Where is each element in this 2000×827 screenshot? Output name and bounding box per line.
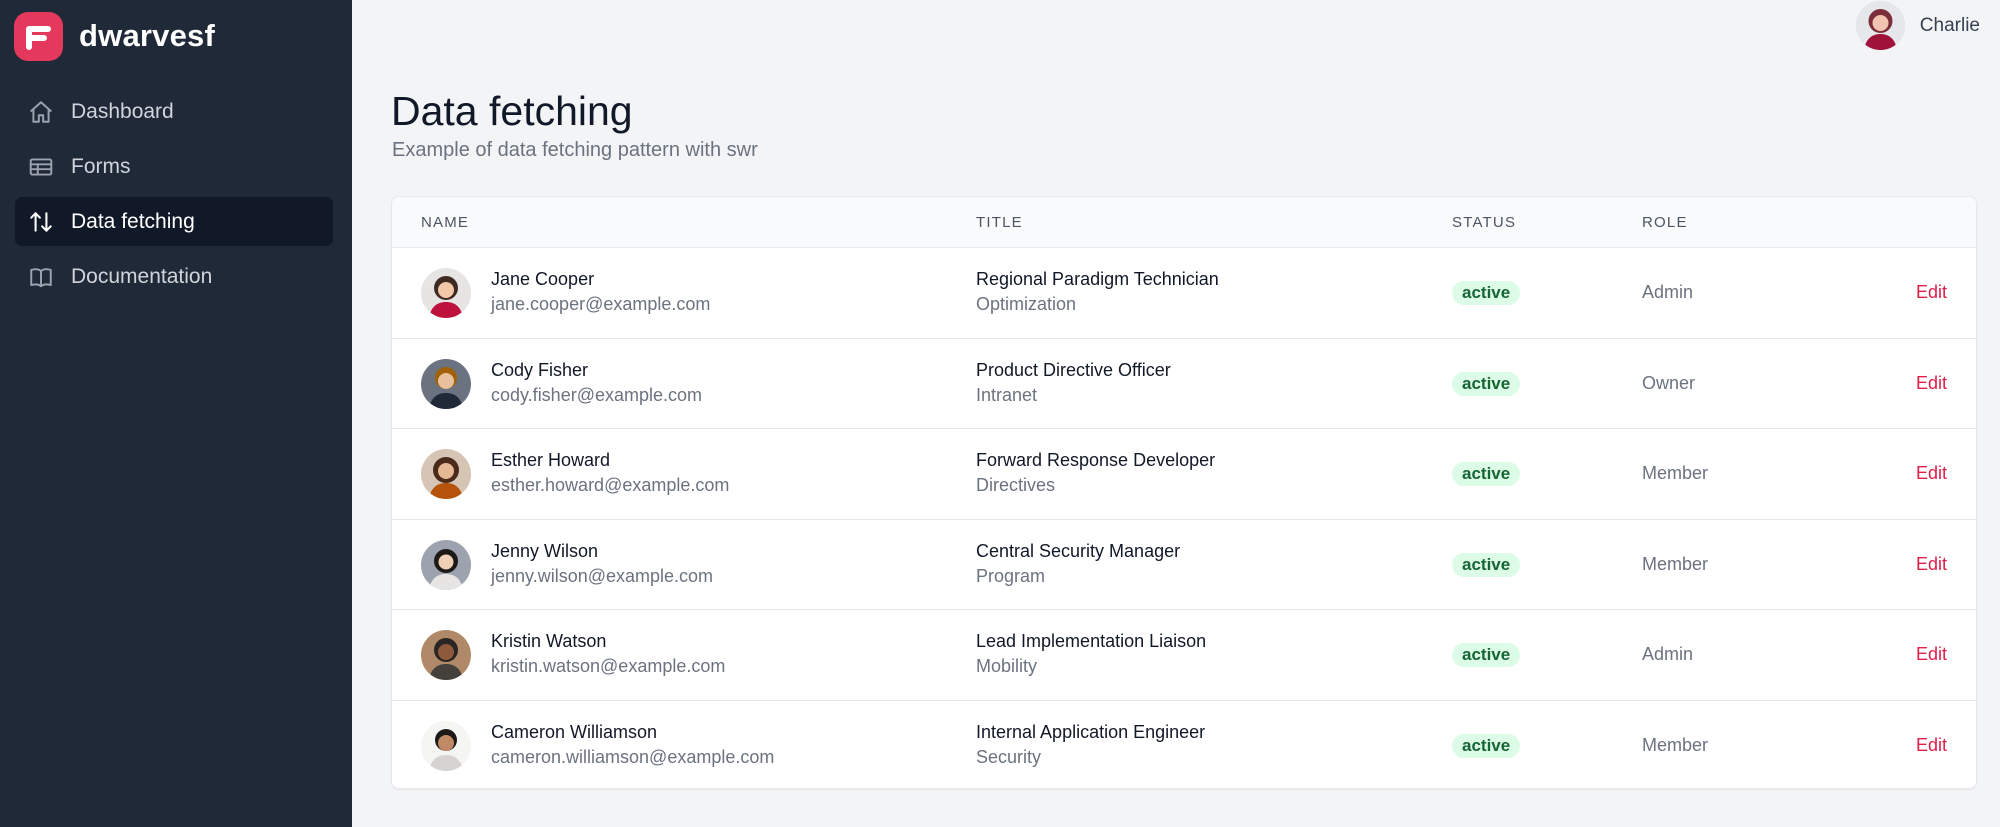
user-email: cody.fisher@example.com [491,384,703,405]
column-header-name: NAME [421,214,470,231]
job-title: Forward Response Developer [976,450,1216,470]
table-row: Jane Cooper jane.cooper@example.com Regi… [392,248,1976,339]
table-row: Cody Fisher cody.fisher@example.com Prod… [392,339,1976,429]
edit-link[interactable]: Edit [1916,282,1947,303]
brand-name: dwarvesf [79,18,215,53]
table-header: NAME TITLE STATUS ROLE [392,197,1976,248]
job-title: Central Security Manager [976,540,1181,561]
user-role: Admin [1642,282,1694,302]
column-header-role: ROLE [1642,214,1688,231]
user-email: esther.howard@example.com [491,475,730,495]
user-name: Cody Fisher [491,359,589,380]
status-badge: active [1452,643,1521,667]
user-name: Kristin Watson [491,631,607,651]
table-row: Cameron Williamson cameron.williamson@ex… [392,701,1976,789]
department: Program [976,565,1046,586]
department: Mobility [976,656,1038,676]
page-title: Data fetching [391,88,633,134]
user-email: jane.cooper@example.com [491,294,711,314]
status-badge: active [1452,281,1521,305]
user-email: jenny.wilson@example.com [491,565,714,586]
sidebar: dwarvesf Dashboard Forms Data fetching D… [0,0,352,827]
status-badge: active [1452,733,1521,758]
user-name: Charlie [1919,14,1980,36]
sidebar-item-label: Documentation [71,264,213,288]
job-title: Lead Implementation Liaison [976,631,1207,651]
brand[interactable]: dwarvesf [14,11,215,61]
sidebar-item-label: Dashboard [71,99,174,123]
table-row: Kristin Watson kristin.watson@example.co… [392,610,1976,701]
avatar [421,358,471,409]
sidebar-item-documentation[interactable]: Documentation [15,252,333,301]
table-row: Esther Howard esther.howard@example.com … [392,429,1976,520]
user-role: Admin [1642,644,1694,664]
user-role: Owner [1642,372,1696,393]
avatar [421,720,471,771]
home-icon [27,98,55,126]
table-row: Jenny Wilson jenny.wilson@example.com Ce… [392,520,1976,610]
sidebar-nav: Dashboard Forms Data fetching Documentat… [15,87,333,307]
job-title: Internal Application Engineer [976,721,1206,742]
column-header-status: STATUS [1452,214,1517,231]
department: Intranet [976,384,1038,405]
job-title: Regional Paradigm Technician [976,269,1219,289]
users-table: NAME TITLE STATUS ROLE Jane Cooper jane.… [391,196,1977,789]
department: Directives [976,475,1056,495]
user-menu[interactable]: Charlie [1855,0,1980,51]
user-name: Cameron Williamson [491,721,658,742]
avatar [421,449,471,499]
sidebar-item-data-fetching[interactable]: Data fetching [15,197,333,246]
book-open-icon [27,263,55,291]
user-name: Esther Howard [491,450,611,470]
user-name: Jenny Wilson [491,540,599,561]
job-title: Product Directive Officer [976,359,1171,380]
status-badge: active [1452,552,1521,577]
edit-link[interactable]: Edit [1916,735,1947,756]
sidebar-item-label: Data fetching [71,209,195,233]
status-badge: active [1452,371,1521,396]
brand-logo-icon [14,11,63,61]
department: Optimization [976,294,1077,314]
edit-link[interactable]: Edit [1916,554,1947,575]
status-badge: active [1452,462,1521,486]
edit-link[interactable]: Edit [1916,644,1947,665]
user-role: Member [1642,734,1709,755]
column-header-title: TITLE [976,214,1023,231]
avatar [421,539,471,590]
user-role: Member [1642,553,1709,574]
user-role: Member [1642,463,1709,483]
edit-link[interactable]: Edit [1916,463,1947,484]
user-email: kristin.watson@example.com [491,656,726,676]
arrows-up-down-icon [27,208,55,236]
user-email: cameron.williamson@example.com [491,746,775,767]
avatar [421,630,471,680]
sidebar-item-dashboard[interactable]: Dashboard [15,87,333,136]
user-name: Jane Cooper [491,269,595,289]
avatar [421,268,471,318]
edit-link[interactable]: Edit [1916,373,1947,394]
page-subtitle: Example of data fetching pattern with sw… [392,139,758,161]
sidebar-item-forms[interactable]: Forms [15,142,333,191]
sidebar-item-label: Forms [71,154,131,178]
table-icon [27,153,55,181]
avatar [1855,1,1905,50]
department: Security [976,746,1042,767]
